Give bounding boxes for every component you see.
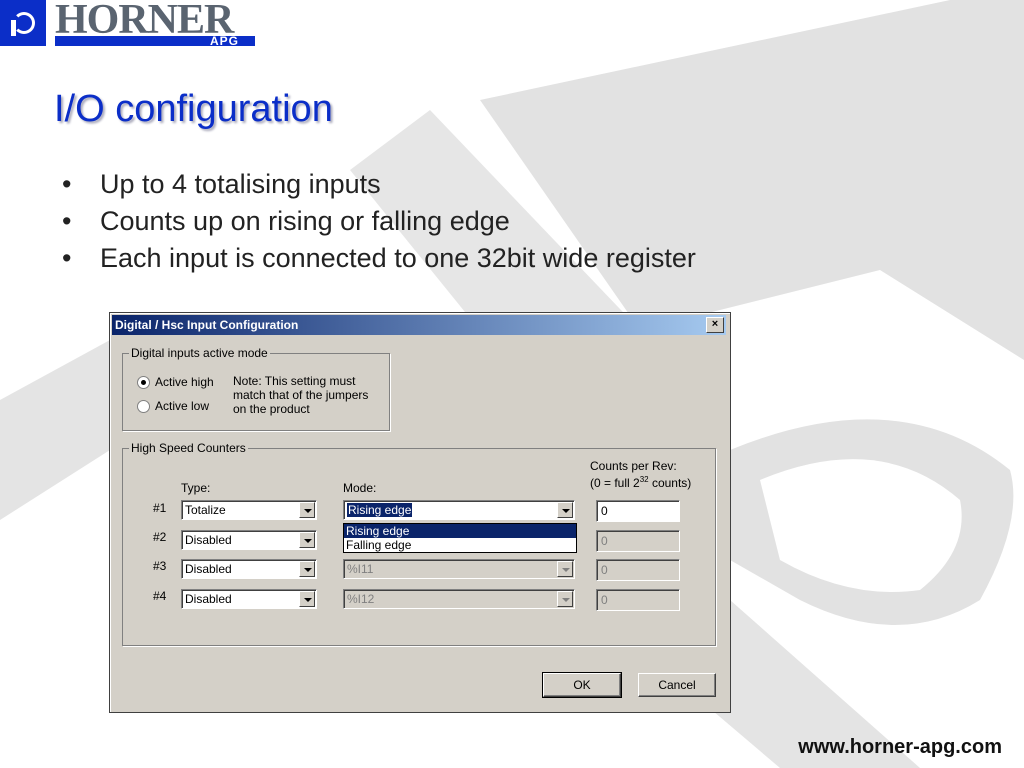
chevron-down-icon[interactable]	[299, 561, 315, 577]
hsc-legend: High Speed Counters	[129, 441, 248, 455]
chevron-down-icon[interactable]	[299, 502, 315, 518]
dialog-title: Digital / Hsc Input Configuration	[115, 318, 299, 332]
bullet-item: • Up to 4 totalising inputs	[62, 169, 381, 199]
radio-unchecked-icon	[137, 400, 150, 414]
dropdown-option-rising[interactable]: Rising edge	[344, 524, 576, 538]
type-select-4[interactable]: Disabled	[181, 589, 317, 609]
counts-input-4: 0	[596, 589, 680, 611]
type-select-3[interactable]: Disabled	[181, 559, 317, 579]
active-mode-group: Digital inputs active mode Active high A…	[122, 346, 390, 431]
bullet-item: • Counts up on rising or falling edge	[62, 206, 510, 236]
radio-checked-icon	[137, 376, 150, 390]
jumper-note: Note: This setting must match that of th…	[233, 374, 369, 416]
chevron-down-icon[interactable]	[299, 532, 315, 548]
chevron-down-icon[interactable]	[557, 502, 573, 518]
mode-column-label: Mode:	[343, 481, 377, 495]
dropdown-option-falling[interactable]: Falling edge	[344, 538, 576, 552]
counts-input-1[interactable]: 0	[596, 500, 680, 522]
mode-select-1[interactable]: Rising edge	[343, 500, 575, 520]
row-label: #3	[153, 559, 167, 573]
active-mode-legend: Digital inputs active mode	[129, 346, 270, 360]
dialog-titlebar[interactable]: Digital / Hsc Input Configuration ×	[112, 315, 726, 335]
radio-active-low[interactable]: Active low	[137, 398, 209, 414]
chevron-down-icon[interactable]	[299, 591, 315, 607]
bullet-list: • Up to 4 totalising inputs • Counts up on…	[62, 166, 696, 277]
mode-dropdown-list: Rising edge Falling edge	[343, 523, 577, 553]
type-select-2[interactable]: Disabled	[181, 530, 317, 550]
chevron-down-icon	[557, 561, 573, 577]
page-title: I/O configuration	[54, 88, 333, 130]
ok-button[interactable]: OK	[542, 672, 622, 698]
type-select-1[interactable]: Totalize	[181, 500, 317, 520]
row-label: #1	[153, 501, 167, 515]
radio-active-high[interactable]: Active high	[137, 374, 214, 390]
type-column-label: Type:	[181, 481, 211, 495]
footer-url: www.horner-apg.com	[798, 736, 1002, 758]
cancel-button[interactable]: Cancel	[638, 673, 716, 697]
hsc-config-dialog: Digital / Hsc Input Configuration × Digi…	[109, 312, 731, 713]
counts-input-3: 0	[596, 559, 680, 581]
row-label: #2	[153, 530, 167, 544]
row-label: #4	[153, 589, 167, 603]
mode-select-3: %I11	[343, 559, 575, 579]
counts-input-2: 0	[596, 530, 680, 552]
mode-select-4: %I12	[343, 589, 575, 609]
bullet-item: • Each input is connected to one 32bit wi…	[62, 243, 696, 273]
horner-logo-mark	[0, 0, 46, 46]
counts-column-label: Counts per Rev: (0 = full 232 counts)	[590, 459, 692, 490]
chevron-down-icon	[557, 591, 573, 607]
close-button[interactable]: ×	[706, 317, 724, 333]
logo-sub-text: APG	[210, 34, 240, 48]
